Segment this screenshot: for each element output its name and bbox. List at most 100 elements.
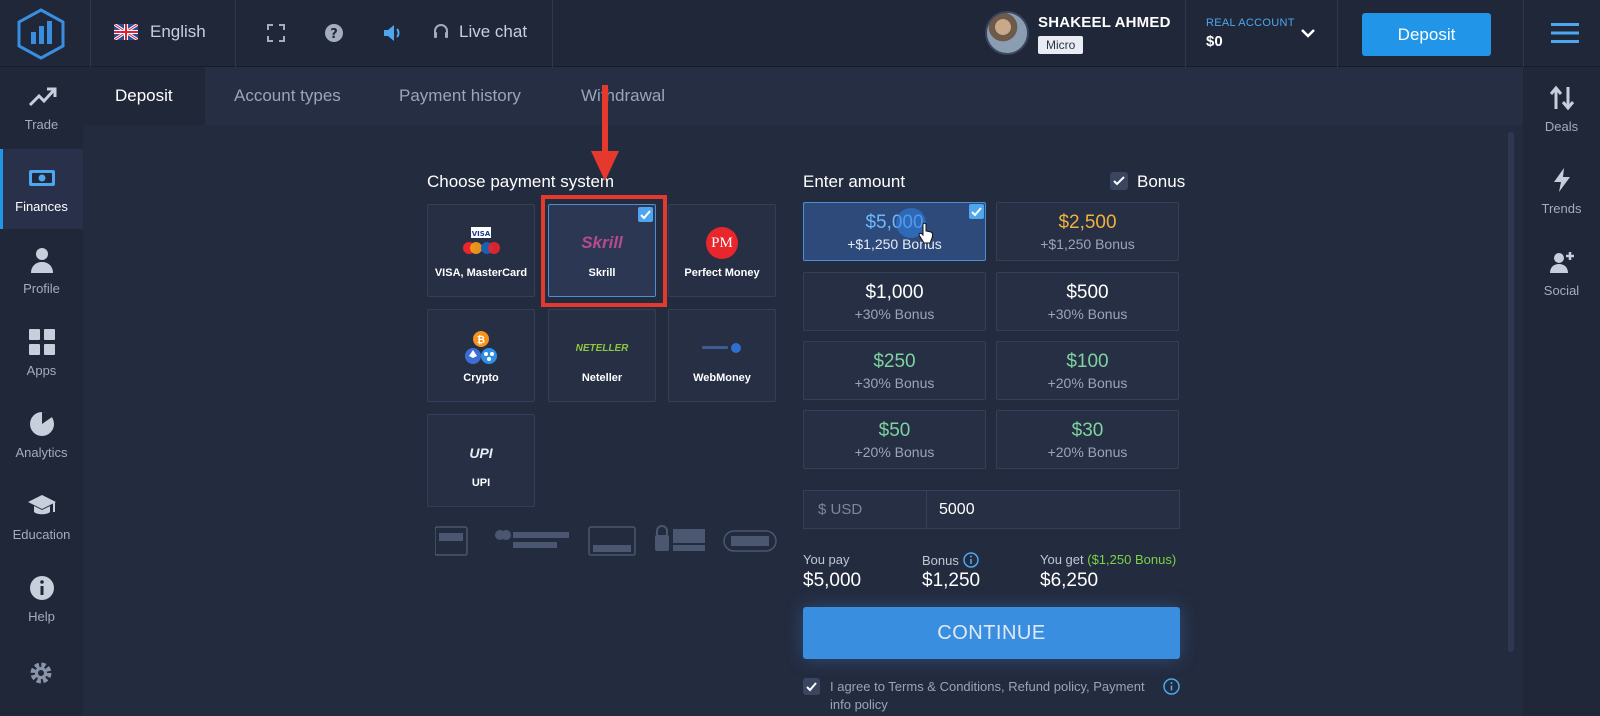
checkmark-icon [806,682,817,692]
scrollbar[interactable] [1508,132,1514,652]
amount-value: $100 [1066,351,1109,372]
you-get-bonus: ($1,250 Bonus) [1087,552,1177,567]
info-icon [29,576,54,600]
deposit-button[interactable]: Deposit [1362,13,1491,56]
tab-withdrawal[interactable]: Withdrawal [549,67,697,125]
svg-text:?: ? [330,27,338,42]
amount-bonus: +20% Bonus [854,444,935,460]
payment-method-name: WebMoney [693,372,751,384]
account-type-label: REAL ACCOUNT [1206,17,1295,29]
payment-method-webmoney[interactable]: WebMoney [668,309,776,402]
payment-method-name: Crypto [463,372,499,384]
tab-payment-history[interactable]: Payment history [367,67,553,125]
app-logo-icon[interactable] [16,8,66,60]
payment-method-name: VISA, MasterCard [434,267,528,279]
checkmark-icon [969,204,984,219]
amount-value: $5,000 [865,212,924,233]
sidebar-item-label: Social [1543,283,1580,298]
amount-bonus: +30% Bonus [1047,306,1128,322]
language-label: English [150,22,206,41]
visa-mastercard-logo-icon: VISA [463,227,500,254]
payment-method-name: Perfect Money [684,267,760,279]
bonus-sum-value: $1,250 [922,570,981,591]
uk-flag-icon [114,24,138,40]
you-get-label: You get ($1,250 Bonus) [1040,552,1177,567]
user-avatar[interactable] [985,11,1029,55]
top-bar: English ? Live chat SHAKEEL AHMED Micro … [0,0,1600,67]
amount-option[interactable]: $2,500 +$1,250 Bonus [996,202,1179,261]
info-icon[interactable] [1163,678,1180,695]
sidebar-item-label: Help [28,609,55,624]
banknote-icon [28,170,55,186]
payment-method-skrill[interactable]: Skrill Skrill [548,204,656,297]
pie-chart-icon [29,411,54,436]
fullscreen-icon[interactable] [265,22,287,44]
sidebar-item-apps[interactable]: Apps [0,313,83,393]
account-balance: $0 [1206,33,1223,50]
sidebar-item-profile[interactable]: Profile [0,231,83,311]
tab-account-types[interactable]: Account types [202,67,373,125]
amount-option[interactable]: $5,000 +$1,250 Bonus [803,202,986,261]
agree-terms-checkbox[interactable] [803,678,820,695]
chevron-down-icon[interactable] [1300,26,1316,40]
payment-method-visa-mastercard[interactable]: VISA VISA, MasterCard [427,204,535,297]
webmoney-logo-icon [702,343,741,353]
sound-speaker-icon[interactable] [381,22,403,44]
sidebar-item-label: Education [12,527,71,542]
lightning-icon [1553,168,1570,192]
up-down-arrows-icon [1549,85,1574,111]
amount-input[interactable] [927,490,1180,529]
language-selector[interactable]: English [114,22,206,42]
sidebar-item-deals[interactable]: Deals [1523,67,1600,147]
sidebar-item-analytics[interactable]: Analytics [0,395,83,475]
svg-text:VISA: VISA [472,230,491,238]
trend-up-icon [28,87,56,107]
payment-method-crypto[interactable]: ₿ Crypto [427,309,535,402]
amount-value: $250 [873,351,916,372]
sidebar-item-finances[interactable]: Finances [0,149,83,229]
sidebar-item-help[interactable]: Help [0,559,83,639]
live-chat-button[interactable]: Live chat [432,22,527,42]
continue-button[interactable]: CONTINUE [803,607,1180,659]
sidebar-item-trade[interactable]: Trade [0,67,83,147]
payment-method-neteller[interactable]: NETELLER Neteller [548,309,656,402]
amount-bonus: +20% Bonus [1047,375,1128,391]
sidebar-item-education[interactable]: Education [0,477,83,557]
divider [1337,0,1338,67]
settings-gear-icon[interactable] [28,660,54,686]
amount-bonus: +$1,250 Bonus [1040,236,1135,252]
divider [1185,0,1186,67]
amount-option[interactable]: $30 +20% Bonus [996,410,1179,469]
sidebar-item-label: Apps [26,363,57,378]
amount-value: $1,000 [865,282,924,303]
sidebar-item-trends[interactable]: Trends [1523,149,1600,229]
live-chat-label: Live chat [459,22,528,41]
amount-option[interactable]: $100 +20% Bonus [996,341,1179,400]
amount-option[interactable]: $1,000 +30% Bonus [803,272,986,331]
amount-bonus: +$1,250 Bonus [847,236,942,252]
bonus-checkbox[interactable] [1110,172,1128,190]
left-sidebar: Trade Finances Profile Apps Analytics Ed… [0,67,83,716]
graduation-cap-icon [27,495,56,515]
info-icon[interactable] [963,552,979,568]
help-question-icon[interactable]: ? [323,22,345,44]
amount-option[interactable]: $50 +20% Bonus [803,410,986,469]
add-user-icon [1549,252,1574,273]
payment-method-perfect-money[interactable]: PM Perfect Money [668,204,776,297]
amount-option[interactable]: $500 +30% Bonus [996,272,1179,331]
user-name: SHAKEEL AHMED [1038,14,1171,31]
divider [90,0,91,67]
payment-method-upi[interactable]: UPI UPI [427,414,535,507]
checkmark-icon [1113,176,1125,186]
user-level-badge: Micro [1038,36,1084,54]
divider [552,0,553,67]
payment-system-title: Choose payment system [427,172,615,191]
grid-icon [28,329,55,355]
amount-option[interactable]: $250 +30% Bonus [803,341,986,400]
amount-value: $50 [878,420,911,441]
tab-deposit[interactable]: Deposit [83,67,205,125]
hamburger-menu-icon[interactable] [1551,22,1579,44]
annotation-arrow-icon [591,85,619,181]
sidebar-item-social[interactable]: Social [1523,231,1600,311]
you-get-value: $6,250 [1040,570,1099,591]
